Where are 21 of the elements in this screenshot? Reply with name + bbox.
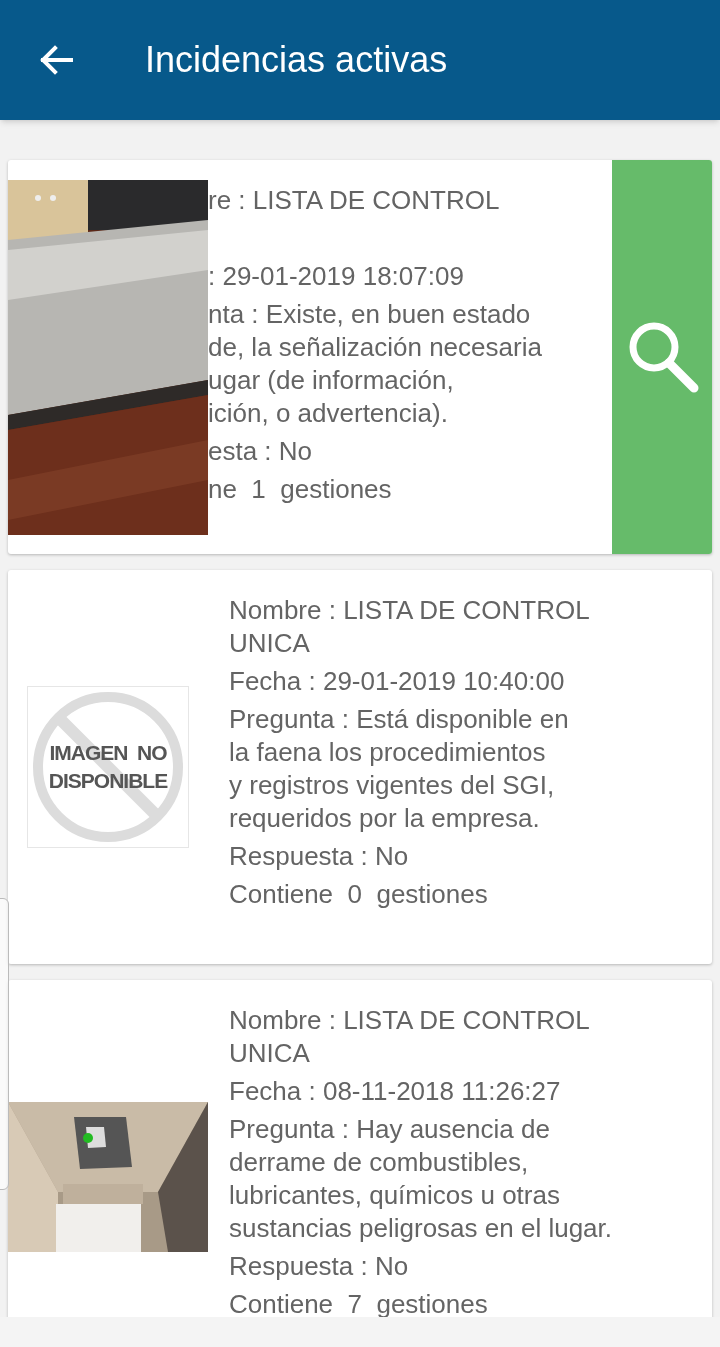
field-text: esta : No — [208, 435, 313, 468]
incident-card[interactable] — [8, 570, 712, 964]
field-text: nta : Existe, en buen estado de, la señalización necesaria ugar (de información, ición, o advertencia). — [208, 298, 542, 430]
field-text: Respuesta : No — [229, 1250, 409, 1283]
field-text: Nombre : LISTA DE CONTROL UNICA — [229, 1004, 590, 1070]
field-text: Respuesta : No — [229, 840, 409, 873]
field-text: : 29-01-2019 18:07:09 — [208, 260, 464, 293]
field-text: re : LISTA DE CONTROL — [208, 184, 500, 217]
incident-card[interactable]: re : LISTA DE CONTROL : 29-01-2019 18:07:09 nta : Existe, en buen estado de, la señalización necesaria ugar (de información, ición, o advertencia). esta : No ne 1 gestiones — [8, 160, 712, 554]
field-text: Pregunta : Hay ausencia de derrame de combustibles, lubricantes, químicos u otras sustancias peligrosas en el lugar. — [229, 1113, 612, 1245]
field-text: Fecha : 29-01-2019 10:40:00 — [229, 665, 565, 698]
screen-title: Incidencias activas — [145, 42, 448, 78]
placeholder-label: IMAGEN NO — [49, 740, 167, 766]
field-text: Contiene 0 gestiones — [229, 878, 488, 911]
field-text: Fecha : 08-11-2018 11:26:27 — [229, 1075, 561, 1108]
back-arrow-icon — [39, 45, 73, 75]
field-text: ne 1 gestiones — [208, 473, 392, 506]
field-text: Pregunta : Está disponible en la faena los procedimientos y registros vigentes del SGI, requeridos por la empresa. — [229, 703, 569, 835]
incident-card[interactable] — [8, 980, 712, 1317]
field-text: Nombre : LISTA DE CONTROL UNICA — [229, 594, 590, 660]
placeholder-label: DISPONIBLE — [48, 768, 168, 794]
